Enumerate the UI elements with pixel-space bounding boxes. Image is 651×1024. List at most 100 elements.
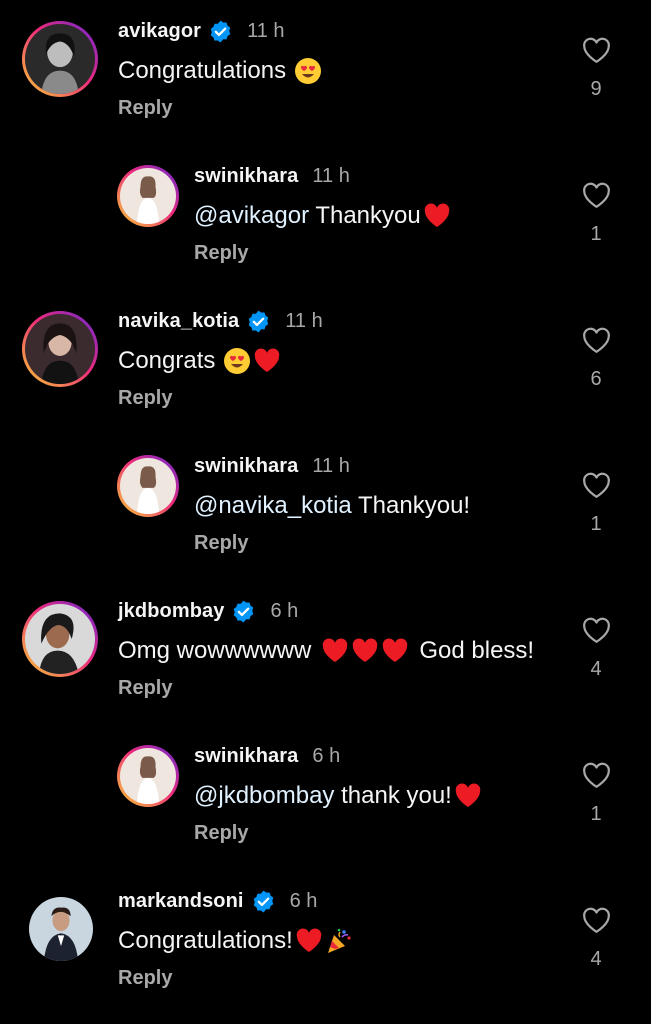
timestamp: 6 h bbox=[289, 889, 318, 912]
like-count: 1 bbox=[590, 803, 602, 825]
comment-body: thank you! bbox=[334, 782, 452, 809]
comment-item: swinikhara 6 h @jkdbombay thank you! Rep… bbox=[0, 725, 651, 865]
like-count: 9 bbox=[590, 78, 602, 100]
like-button[interactable]: 9 bbox=[578, 35, 614, 101]
comment-header: swinikhara 11 h bbox=[194, 453, 350, 479]
avatar-photo-icon bbox=[25, 314, 95, 384]
like-button[interactable]: 4 bbox=[578, 905, 614, 971]
avatar-photo-icon bbox=[25, 604, 95, 674]
avatar-photo-icon bbox=[25, 24, 95, 94]
like-button[interactable]: 1 bbox=[578, 180, 614, 246]
avatar[interactable] bbox=[117, 745, 179, 807]
red-heart-emoji-icon bbox=[321, 637, 349, 665]
username[interactable]: swinikhara bbox=[194, 455, 298, 478]
heart-outline-icon bbox=[582, 762, 610, 788]
avatar-photo-icon bbox=[29, 897, 93, 961]
comment-item: swinikhara 11 h @navika_kotia Thankyou! … bbox=[0, 435, 651, 575]
red-heart-emoji-icon bbox=[295, 927, 323, 955]
avatar[interactable] bbox=[29, 897, 93, 961]
username[interactable]: swinikhara bbox=[194, 745, 298, 768]
red-heart-emoji-icon bbox=[423, 202, 451, 230]
comment-header: avikagor 11 h bbox=[118, 18, 285, 44]
reply-button[interactable]: Reply bbox=[118, 97, 172, 120]
like-count: 1 bbox=[590, 223, 602, 245]
like-button[interactable]: 4 bbox=[578, 615, 614, 681]
mention-link[interactable]: @avikagor bbox=[194, 202, 309, 230]
comment-body: Congratulations! bbox=[118, 927, 293, 954]
avatar-photo-icon bbox=[120, 458, 176, 514]
mention-link[interactable]: @jkdbombay bbox=[194, 782, 334, 810]
comment-item: avikagor 11 h Congratulations Reply 9 bbox=[0, 0, 651, 140]
heart-outline-icon bbox=[582, 327, 610, 353]
mention-link[interactable]: @navika_kotia bbox=[194, 492, 352, 520]
comment-text: Omg wowwwwww God bless! bbox=[118, 636, 534, 666]
avatar[interactable] bbox=[22, 601, 98, 677]
heart-outline-icon bbox=[582, 617, 610, 643]
comment-body: Thankyou bbox=[309, 202, 421, 229]
username[interactable]: avikagor bbox=[118, 20, 201, 43]
reply-button[interactable]: Reply bbox=[118, 387, 172, 410]
timestamp: 6 h bbox=[270, 599, 299, 622]
comment-header: swinikhara 6 h bbox=[194, 743, 340, 769]
like-button[interactable]: 1 bbox=[578, 760, 614, 826]
timestamp: 11 h bbox=[312, 164, 350, 187]
heart-outline-icon bbox=[582, 472, 610, 498]
comment-text: Congrats bbox=[118, 346, 281, 376]
comment-item: jkdbombay 6 h Omg wowwwwww God bless! Re… bbox=[0, 580, 651, 720]
verified-badge-icon bbox=[246, 309, 271, 334]
comment-body: Congratulations bbox=[118, 57, 287, 84]
avatar-photo-icon bbox=[120, 748, 176, 804]
comment-text: Congratulations bbox=[118, 56, 322, 86]
like-count: 1 bbox=[590, 513, 602, 535]
reply-button[interactable]: Reply bbox=[118, 677, 172, 700]
heart-eyes-emoji-icon bbox=[294, 57, 322, 85]
red-heart-emoji-icon bbox=[454, 782, 482, 810]
verified-badge-icon bbox=[251, 889, 276, 914]
username[interactable]: navika_kotia bbox=[118, 310, 239, 333]
like-count: 6 bbox=[590, 368, 602, 390]
username[interactable]: swinikhara bbox=[194, 165, 298, 188]
heart-outline-icon bbox=[582, 182, 610, 208]
like-button[interactable]: 6 bbox=[578, 325, 614, 391]
comment-body: Omg wowwwwww bbox=[118, 637, 312, 664]
like-count: 4 bbox=[590, 948, 602, 970]
comment-item: markandsoni 6 h Congratulations! Reply 4 bbox=[0, 870, 651, 1010]
comment-body-suffix: God bless! bbox=[419, 637, 535, 664]
comment-body: Congrats bbox=[118, 347, 216, 374]
party-popper-emoji-icon bbox=[325, 927, 353, 955]
comment-body: Thankyou! bbox=[351, 492, 471, 519]
reply-button[interactable]: Reply bbox=[194, 242, 248, 265]
avatar-photo-icon bbox=[120, 168, 176, 224]
like-count: 4 bbox=[590, 658, 602, 680]
reply-button[interactable]: Reply bbox=[194, 822, 248, 845]
timestamp: 11 h bbox=[312, 454, 350, 477]
comment-header: swinikhara 11 h bbox=[194, 163, 350, 189]
red-heart-emoji-icon bbox=[381, 637, 409, 665]
username[interactable]: jkdbombay bbox=[118, 600, 224, 623]
avatar[interactable] bbox=[117, 165, 179, 227]
comment-text: @jkdbombay thank you! bbox=[194, 781, 482, 811]
comment-text: @avikagor Thankyou bbox=[194, 201, 451, 231]
comment-header: navika_kotia 11 h bbox=[118, 308, 323, 334]
avatar[interactable] bbox=[22, 311, 98, 387]
avatar[interactable] bbox=[22, 21, 98, 97]
red-heart-emoji-icon bbox=[253, 347, 281, 375]
comment-item: navika_kotia 11 h Congrats Reply 6 bbox=[0, 290, 651, 430]
comment-text: Congratulations! bbox=[118, 926, 353, 956]
heart-outline-icon bbox=[582, 37, 610, 63]
like-button[interactable]: 1 bbox=[578, 470, 614, 536]
reply-button[interactable]: Reply bbox=[118, 967, 172, 990]
comment-header: markandsoni 6 h bbox=[118, 888, 317, 914]
comment-item: swinikhara 11 h @avikagor Thankyou Reply… bbox=[0, 145, 651, 285]
timestamp: 11 h bbox=[285, 309, 323, 332]
heart-outline-icon bbox=[582, 907, 610, 933]
timestamp: 11 h bbox=[247, 19, 285, 42]
timestamp: 6 h bbox=[312, 744, 341, 767]
comment-text: @navika_kotia Thankyou! bbox=[194, 491, 470, 521]
comment-header: jkdbombay 6 h bbox=[118, 598, 298, 624]
username[interactable]: markandsoni bbox=[118, 890, 244, 913]
heart-eyes-emoji-icon bbox=[223, 347, 251, 375]
verified-badge-icon bbox=[231, 599, 256, 624]
avatar[interactable] bbox=[117, 455, 179, 517]
reply-button[interactable]: Reply bbox=[194, 532, 248, 555]
